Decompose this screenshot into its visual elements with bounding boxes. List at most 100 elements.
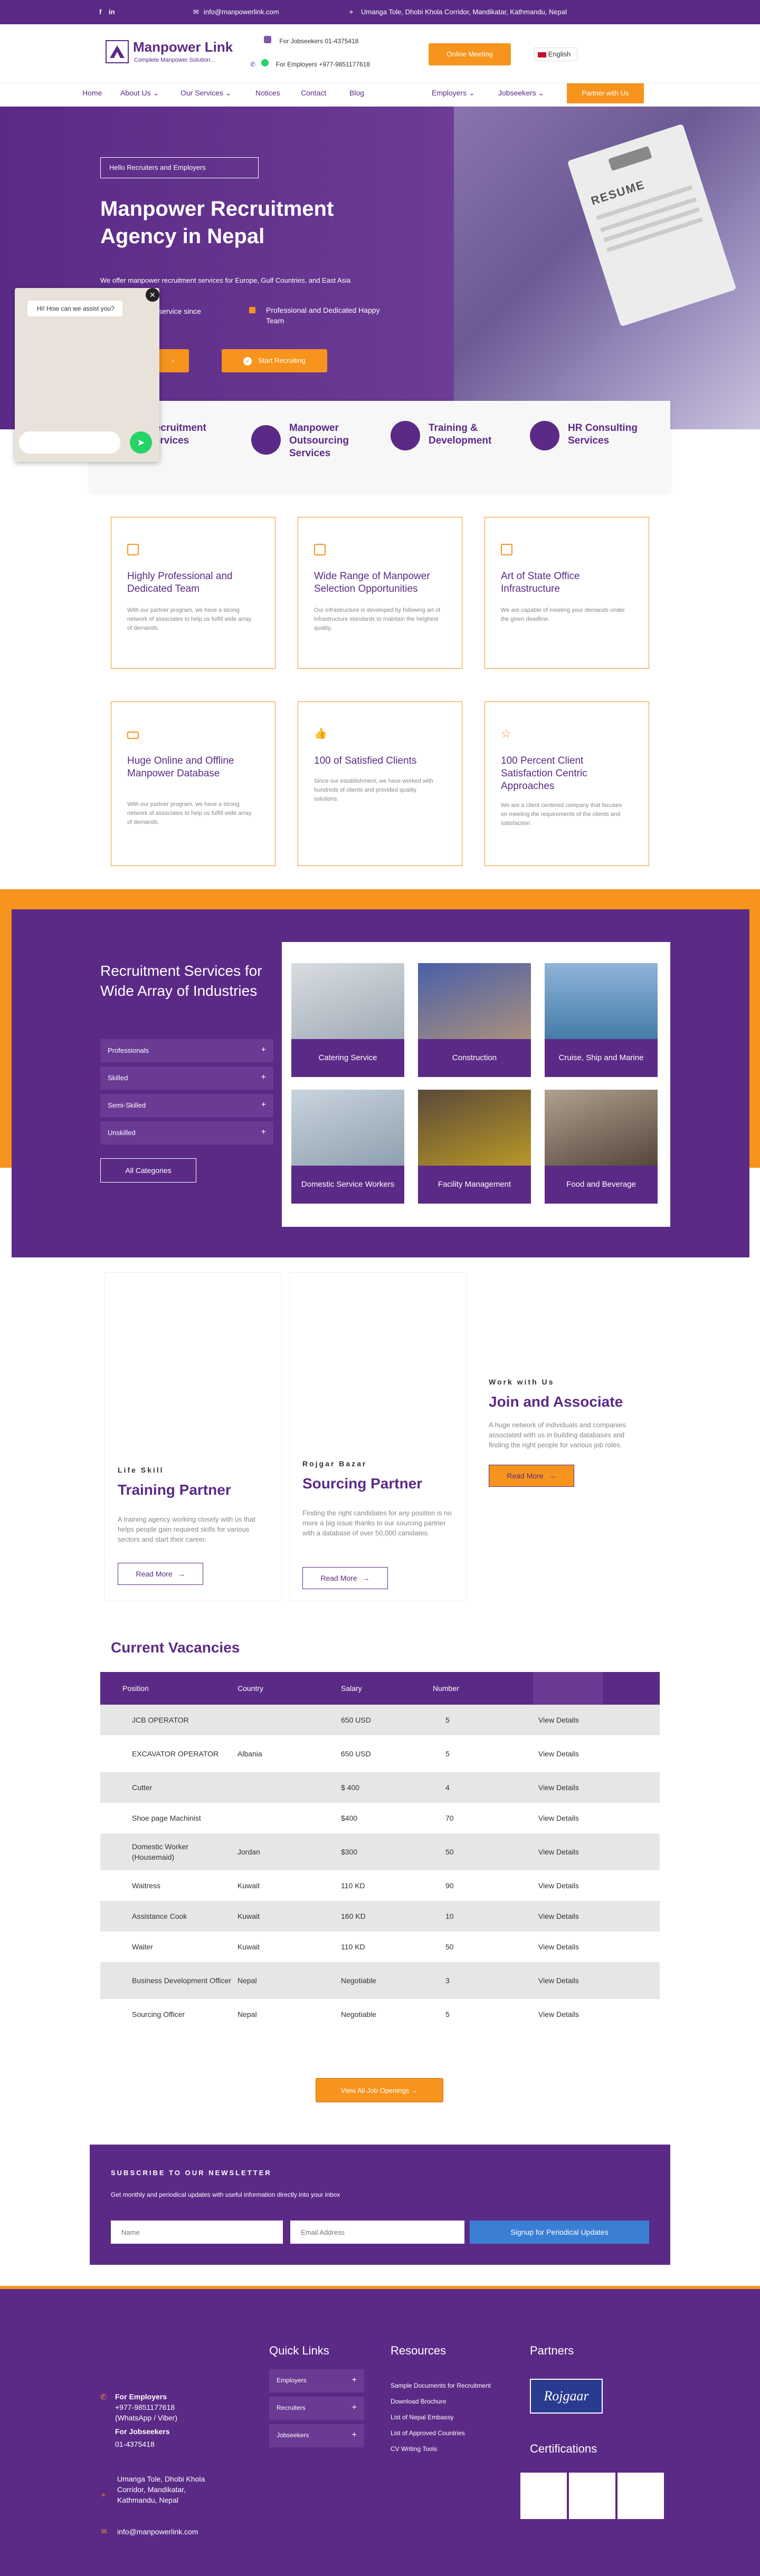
close-icon[interactable]: ✕	[146, 288, 159, 302]
feature-card: Highly Professional and Dedicated Team W…	[111, 517, 276, 669]
industry-tile[interactable]: Construction	[418, 963, 531, 1077]
resource-link[interactable]: List of Approved Countries	[391, 2429, 465, 2437]
footer-address: Umanga Tole, Dhobi Khola Corridor, Mandi…	[117, 2475, 205, 2504]
send-icon[interactable]: ➤	[130, 431, 152, 454]
cell-view-details[interactable]: View Details	[533, 1705, 660, 1735]
read-more-button[interactable]: Read More →	[302, 1567, 388, 1589]
industry-tile[interactable]: Catering Service	[291, 963, 404, 1077]
read-more-button[interactable]: Read More →	[489, 1465, 574, 1487]
read-more-button[interactable]: Read More →	[118, 1563, 203, 1585]
cell-number: 10	[424, 1901, 533, 1931]
quick-link-recruiters[interactable]: Recruiters +	[269, 2397, 364, 2420]
cell-salary: 110 KD	[341, 1881, 365, 1890]
thumbs-up-icon: 👍	[314, 728, 327, 739]
employers-phone[interactable]: For Employers +977-9851177618	[276, 61, 370, 68]
cell-view-details[interactable]: View Details	[533, 1803, 660, 1833]
cell-view-details[interactable]: View Details	[533, 1772, 660, 1803]
cell-view-details[interactable]: View Details	[533, 1870, 660, 1901]
accordion-semi-skilled[interactable]: Semi-Skilled +	[100, 1094, 273, 1117]
cell-country	[232, 1772, 332, 1803]
cell-salary: $300	[332, 1833, 424, 1870]
newsletter-name-input[interactable]	[111, 2221, 283, 2244]
footer-employers-note: (WhatsApp / Viber)	[115, 2414, 178, 2422]
table-row: Waiter Kuwait 110 KD 50 View Details	[100, 1931, 660, 1962]
cell-salary: 160 KD	[332, 1901, 424, 1931]
cell-salary: Negotiable	[341, 2010, 376, 2018]
arrow-right-icon: →	[362, 1574, 370, 1582]
cell-view-details[interactable]: View Details	[533, 1833, 660, 1870]
view-all-jobs-button[interactable]: View All Job Openings →	[316, 2078, 443, 2102]
service-training[interactable]: Training & Development	[429, 422, 513, 447]
rojgaar-logo[interactable]: Rojgaar	[530, 2379, 603, 2414]
quick-link-jobseekers[interactable]: Jobseekers +	[269, 2424, 364, 2447]
cell-salary: 110 KD	[341, 1943, 365, 1951]
nav-services[interactable]: Our Services ⌄	[180, 89, 232, 98]
newsletter-signup-button[interactable]: Signup for Periodical Updates	[470, 2221, 649, 2244]
quick-link-employers[interactable]: Employers +	[269, 2369, 364, 2392]
nav-home[interactable]: Home	[82, 89, 102, 97]
cell-number: 90	[445, 1881, 454, 1890]
nav-contact[interactable]: Contact	[301, 89, 326, 97]
nav-notices[interactable]: Notices	[255, 89, 280, 97]
facebook-icon[interactable]: f	[99, 8, 101, 16]
accordion-professionals[interactable]: Professionals +	[100, 1039, 273, 1062]
partner-with-us-button[interactable]: Partner with Us	[567, 83, 644, 103]
brand-name[interactable]: Manpower Link	[133, 39, 233, 55]
nav-jobseekers[interactable]: Jobseekers ⌄	[498, 89, 544, 98]
cell-number: 5	[445, 1750, 450, 1758]
industries-title: Recruitment Services for Wide Array of I…	[100, 963, 262, 999]
table-row: EXCAVATOR OPERATOR Albania 650 USD 5 View De…	[100, 1735, 660, 1772]
feature-title: 100 Percent Client Satisfaction Centric …	[501, 755, 587, 792]
cell-country: Kuwait	[232, 1901, 332, 1931]
logo-mark[interactable]	[106, 40, 129, 63]
industry-tile[interactable]: Domestic Service Workers	[291, 1090, 404, 1204]
vacancies-title: Current Vacancies	[111, 1639, 240, 1656]
cell-view-details[interactable]: View Details	[533, 1962, 660, 1999]
footer-jobseekers-phone[interactable]: 01-4375418	[115, 2440, 155, 2448]
cell-position: EXCAVATOR OPERATOR	[132, 1750, 219, 1758]
accordion-skilled[interactable]: Skilled +	[100, 1066, 273, 1090]
quick-link-label: Jobseekers	[277, 2431, 309, 2439]
cell-view-details[interactable]: View Details	[533, 1999, 660, 2030]
award-icon	[249, 307, 255, 313]
resource-link[interactable]: CV Writing Tools	[391, 2445, 437, 2453]
industry-tile[interactable]: Food and Beverage	[545, 1090, 658, 1204]
table-row: Waitress Kuwait 110 KD 90 View Details	[100, 1870, 660, 1901]
employers-contact: ✆ For Employers +977-9851177618	[250, 59, 370, 68]
resource-link[interactable]: Download Brochure	[391, 2398, 446, 2405]
chat-input[interactable]	[19, 431, 120, 454]
industry-tile[interactable]: Facility Management	[418, 1090, 531, 1204]
nav-blog[interactable]: Blog	[349, 89, 364, 97]
join-associate-block: Work with Us Join and Associate A huge n…	[489, 1378, 642, 1487]
cell-view-details[interactable]: View Details	[533, 1735, 660, 1772]
service-hr-consulting[interactable]: HR Consulting Services	[568, 422, 658, 447]
industry-tile[interactable]: Cruise, Ship and Marine	[545, 963, 658, 1077]
hr-consulting-icon	[530, 421, 559, 450]
nav-employers[interactable]: Employers ⌄	[432, 89, 475, 98]
footer-email[interactable]: info@manpowerlink.com	[117, 2527, 198, 2536]
footer-employers-phone[interactable]: +977-9851177618	[115, 2403, 175, 2411]
start-recruiting-button[interactable]: ✓ Start Recruiting	[222, 349, 327, 372]
nav-about[interactable]: About Us ⌄	[120, 89, 159, 98]
online-meeting-button[interactable]: Online Meeting	[429, 43, 511, 65]
jobseekers-phone[interactable]: For Jobseekers 01-4375418	[279, 37, 358, 45]
accordion-unskilled[interactable]: Unskilled +	[100, 1121, 273, 1145]
all-categories-button[interactable]: All Categories	[100, 1158, 196, 1183]
nav-jobseekers-label: Jobseekers	[498, 89, 536, 97]
site-footer: ✆ For Employers +977-9851177618 (WhatsAp…	[0, 2286, 760, 2576]
certification-badge	[520, 2473, 567, 2519]
cell-view-details[interactable]: View Details	[533, 1901, 660, 1931]
resource-link[interactable]: Sample Documents for Recruitment	[391, 2382, 491, 2389]
vacancies-table: Position Country Salary Number JCB OPERA…	[100, 1672, 660, 2030]
language-select[interactable]: English	[534, 47, 577, 61]
col-number: Number	[424, 1672, 533, 1705]
linkedin-icon[interactable]: in	[109, 8, 115, 16]
plus-icon: +	[261, 1128, 266, 1137]
brand-tagline: Complete Manpower Solution...	[134, 57, 215, 63]
newsletter-email-input[interactable]	[290, 2221, 464, 2244]
footer-jobseekers-label: For Jobseekers	[115, 2427, 170, 2436]
service-outsourcing[interactable]: Manpower Outsourcing Services	[289, 422, 368, 460]
resource-link[interactable]: List of Nepal Embassy	[391, 2414, 453, 2421]
topbar-email[interactable]: info@manpowerlink.com	[204, 8, 279, 16]
cell-view-details[interactable]: View Details	[533, 1931, 660, 1962]
